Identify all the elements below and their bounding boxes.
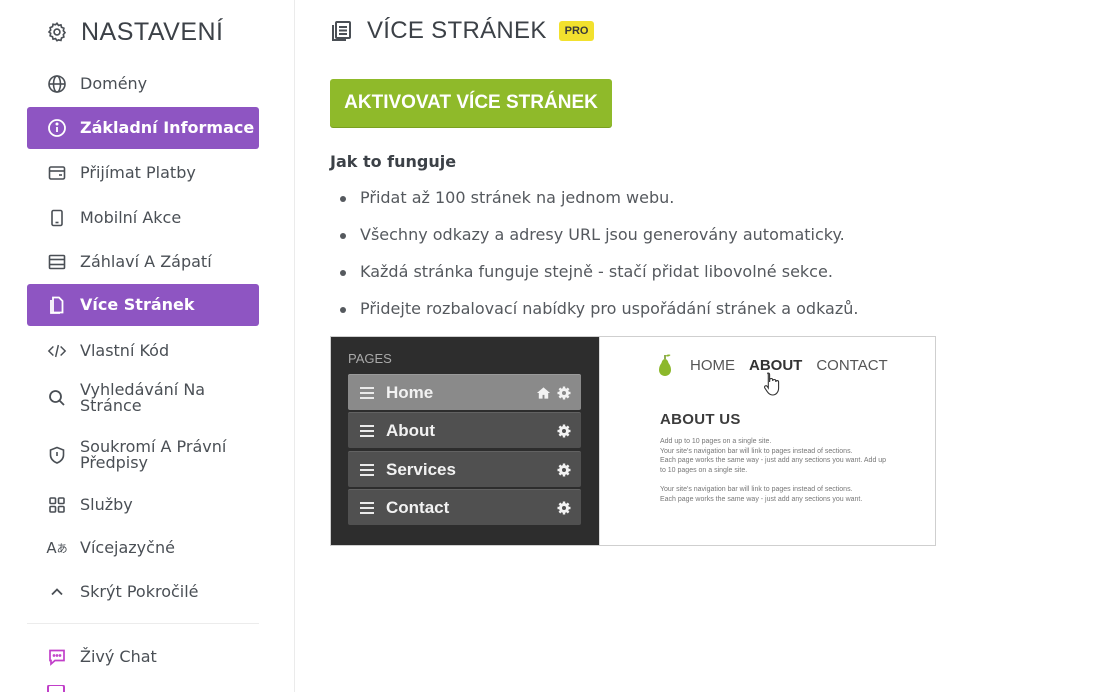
preview-line: Your site's navigation bar will link to … (660, 447, 853, 455)
translate-icon: Aあ (46, 539, 68, 557)
sidebar-item-label: Soukromí A Právní Předpisy (80, 437, 227, 472)
menu-icon (360, 501, 374, 514)
preview-page-label: Services (386, 459, 456, 479)
sidebar-item-zahlavi-a-zapati[interactable]: Záhlaví A Zápatí (27, 241, 259, 283)
list-item: Všechny odkazy a adresy URL jsou generov… (330, 223, 1030, 260)
list-item: Přidat až 100 stránek na jednom webu. (330, 186, 1030, 223)
preview-body: Add up to 10 pages on a single site. You… (660, 437, 890, 515)
gear-icon (557, 501, 571, 514)
menu-icon (360, 386, 374, 399)
sidebar-item-prijimat-platby[interactable]: Přijímat Platby (27, 152, 259, 194)
preview-page-row: About (348, 412, 581, 448)
preview-site-panel: HOME ABOUT CONTACT ABOUT US Add up to 10… (599, 337, 935, 545)
sidebar-item-label: Vlastní Kód (80, 341, 170, 360)
sidebar-item-domeny[interactable]: Domény (27, 63, 259, 105)
home-icon (536, 386, 551, 399)
sidebar-item-label: Přijímat Platby (80, 163, 196, 182)
preview-pages-label: PAGES (348, 351, 392, 366)
sidebar-item-label: Živý Chat (80, 647, 157, 666)
sidebar-item-vicejazycne[interactable]: Aあ Vícejazyčné (27, 527, 259, 569)
sidebar-item-label: Vícejazyčné (80, 538, 175, 557)
feature-list: Přidat až 100 stránek na jednom webu. Vš… (330, 186, 1030, 334)
preview-paragraph: Your site's navigation bar will link to … (660, 485, 890, 504)
layout-icon (47, 252, 67, 272)
menu-icon (360, 463, 374, 476)
sidebar-item-vyhledavani[interactable]: Vyhledávání Na Stránce (27, 377, 259, 419)
preview-page-label: Contact (386, 497, 450, 517)
preview-nav-contact: CONTACT (816, 357, 888, 374)
hand-cursor-icon (764, 372, 780, 396)
page-header: VÍCE STRÁNEK PRO (330, 16, 595, 46)
preview-line: Add up to 10 pages on a single site. (660, 438, 772, 445)
preview-page-row: Home (348, 374, 581, 410)
shield-icon (47, 445, 67, 465)
sidebar-item-label: Mobilní Akce (80, 208, 182, 227)
sidebar-item-vice-stranek[interactable]: Více Stránek (27, 284, 259, 326)
page-icon (47, 295, 67, 315)
preview-line: Your site's navigation bar will link to … (660, 486, 853, 494)
sidebar-item-mobilni-akce[interactable]: Mobilní Akce (27, 197, 259, 239)
code-icon (47, 341, 67, 361)
list-item: Přidejte rozbalovací nabídky pro uspořád… (330, 297, 1030, 334)
preview-page-label: About (386, 420, 436, 440)
sidebar-item-label: Záhlaví A Zápatí (80, 252, 212, 271)
sidebar-item-label: Základní Informace (80, 118, 255, 137)
phone-icon (47, 208, 67, 228)
preview-pages-panel: PAGES Home About Services Contact (331, 337, 599, 545)
menu-icon (360, 424, 374, 437)
apps-icon (47, 495, 67, 515)
sidebar-divider (27, 623, 259, 624)
preview-page-row: Contact (348, 489, 581, 525)
gear-icon (47, 22, 67, 42)
chat-icon (47, 647, 67, 667)
preview-paragraph: Add up to 10 pages on a single site. You… (660, 437, 890, 475)
sidebar-item-sluzby[interactable]: Služby (27, 484, 259, 526)
sidebar-item-label: Domény (80, 74, 148, 93)
pro-badge: PRO (558, 21, 595, 41)
sidebar-item-skryt-pokrocile[interactable]: Skrýt Pokročilé (27, 571, 259, 613)
globe-icon (47, 74, 67, 94)
preview-line: Each page works the same way - just add … (660, 495, 863, 503)
sidebar-item-label: Více Stránek (80, 295, 195, 314)
main-panel: VÍCE STRÁNEK PRO AKTIVOVAT VÍCE STRÁNEK … (330, 0, 1090, 692)
sidebar-header: NASTAVENÍ (46, 16, 224, 48)
sidebar-item-zivy-chat[interactable]: Živý Chat (27, 636, 259, 678)
activate-button[interactable]: AKTIVOVAT VÍCE STRÁNEK (330, 79, 612, 127)
preview-page-label: Home (386, 382, 434, 402)
sidebar-item-zakladni-informace[interactable]: Základní Informace (27, 107, 259, 149)
search-icon (47, 388, 67, 408)
chevron-up-icon (47, 582, 67, 602)
sidebar-title: NASTAVENÍ (81, 17, 224, 46)
multi-page-preview-image: PAGES Home About Services Contact HOME A… (330, 336, 936, 546)
preview-page-row: Services (348, 451, 581, 487)
info-icon (47, 118, 67, 138)
how-it-works-heading: Jak to funguje (330, 152, 457, 171)
settings-app: NASTAVENÍ Domény Základní Informace Přij… (0, 0, 1106, 692)
list-item: Každá stránka funguje stejně - stačí při… (330, 260, 1030, 297)
partial-icon (47, 685, 65, 692)
pages-icon (332, 21, 351, 41)
sidebar-item-label: Služby (80, 495, 133, 514)
preview-heading: ABOUT US (660, 411, 741, 428)
gear-icon (557, 463, 571, 476)
sidebar: NASTAVENÍ Domény Základní Informace Přij… (0, 0, 295, 692)
gear-icon (557, 424, 571, 437)
pear-logo-icon (659, 354, 671, 376)
sidebar-item-soukromi[interactable]: Soukromí A Právní Předpisy (27, 434, 259, 476)
sidebar-item-label: Vyhledávání Na Stránce (80, 380, 206, 415)
gear-icon (557, 386, 571, 399)
sidebar-item-label: Skrýt Pokročilé (80, 582, 199, 601)
page-title: VÍCE STRÁNEK (367, 17, 547, 44)
preview-nav: HOME ABOUT CONTACT (690, 357, 888, 374)
wallet-icon (47, 163, 67, 183)
preview-line: Each page works the same way - just add … (660, 457, 887, 474)
sidebar-item-vlastni-kod[interactable]: Vlastní Kód (27, 330, 259, 372)
preview-nav-home: HOME (690, 357, 735, 374)
